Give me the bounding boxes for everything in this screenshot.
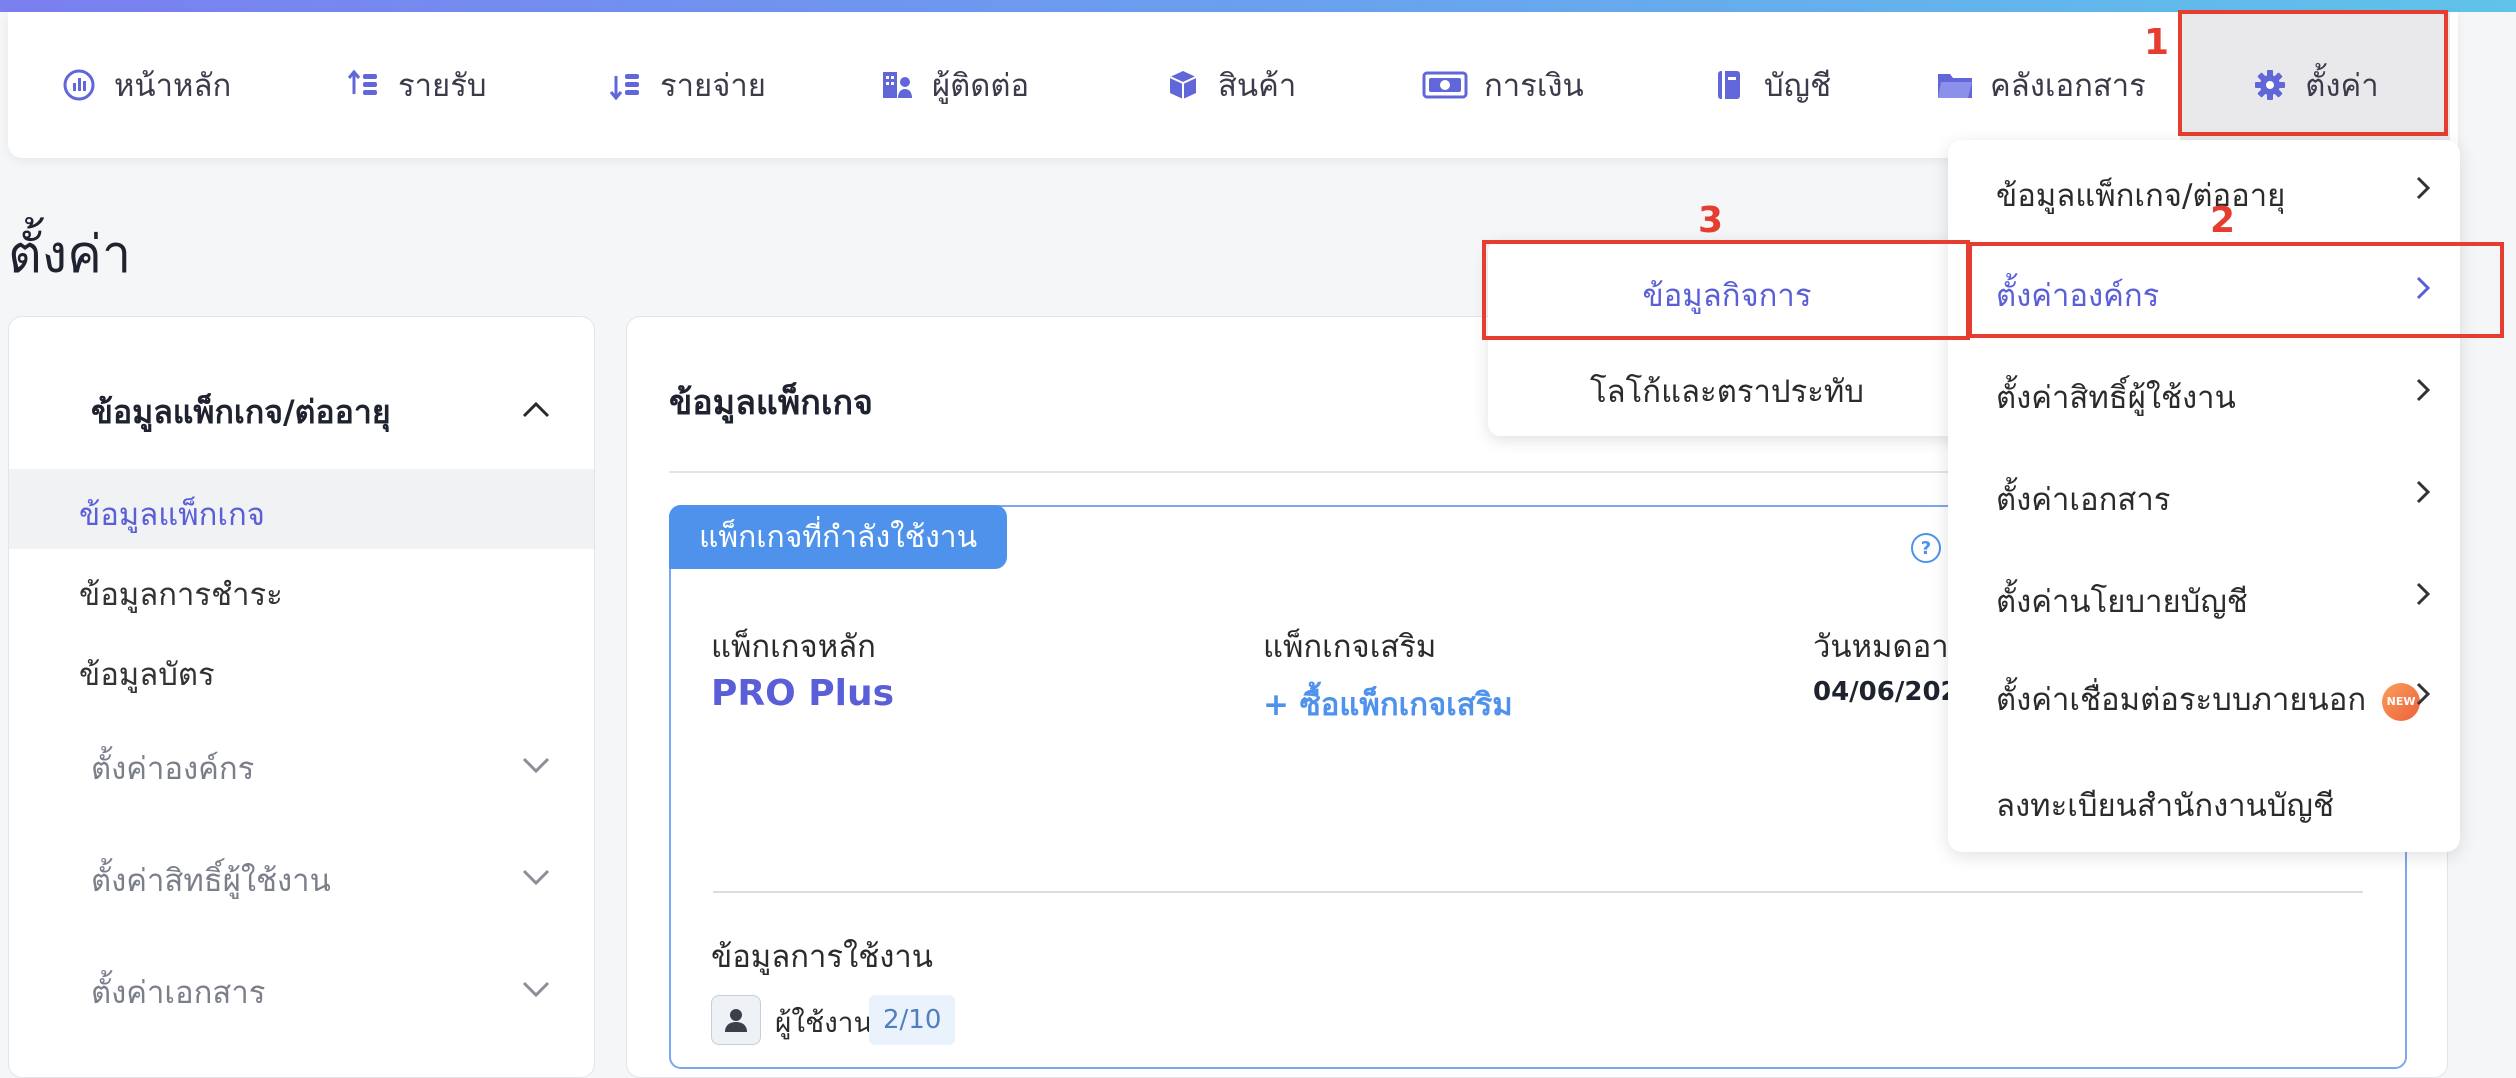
- buy-addon-link[interactable]: + ซื้อแพ็กเกจเสริม: [1263, 679, 1513, 729]
- nav-documents-label: คลังเอกสาร: [1990, 68, 2146, 104]
- users-count-badge: 2/10: [869, 995, 956, 1045]
- nav-expense[interactable]: รายจ่าย: [606, 12, 766, 158]
- nav-settings[interactable]: ตั้งค่า: [2180, 12, 2450, 158]
- nav-finance-label: การเงิน: [1484, 68, 1584, 104]
- money-icon: [1422, 66, 1468, 104]
- chevron-right-icon: [2414, 274, 2432, 302]
- dropdown-item-accounting-policy[interactable]: ตั้งค่านโยบายบัญชี: [1996, 576, 2248, 626]
- step-1-label: 1: [2144, 22, 2170, 63]
- step-2-label: 2: [2210, 200, 2236, 241]
- sidebar-group-permissions[interactable]: ตั้งค่าสิทธิ์ผู้ใช้งาน: [91, 855, 331, 905]
- nav-settings-label: ตั้งค่า: [2305, 68, 2379, 104]
- users-label: ผู้ใช้งาน: [775, 1006, 873, 1039]
- chevron-down-icon[interactable]: [521, 979, 551, 999]
- chevron-right-icon: [2414, 680, 2432, 708]
- nav-accounts-label: บัญชี: [1764, 68, 1832, 104]
- chevron-right-icon: [2414, 478, 2432, 506]
- gear-icon: [2251, 66, 2289, 104]
- dropdown-item-register-office[interactable]: ลงทะเบียนสำนักงานบัญชี: [1996, 780, 2334, 830]
- nav-products[interactable]: สินค้า: [1164, 12, 1296, 158]
- sidebar-item-package-info[interactable]: ข้อมูลแพ็กเกจ: [79, 489, 265, 539]
- submenu-item-logo-stamp[interactable]: โลโก้และตราประทับ: [1488, 366, 1966, 416]
- step-3-label: 3: [1698, 200, 1724, 241]
- dropdown-item-documents[interactable]: ตั้งค่าเอกสาร: [1996, 474, 2170, 524]
- expense-icon: [606, 66, 644, 104]
- income-icon: [344, 66, 382, 104]
- usage-title: ข้อมูลการใช้งาน: [711, 939, 933, 975]
- chevron-right-icon: [2414, 174, 2432, 202]
- chevron-down-icon[interactable]: [521, 755, 551, 775]
- top-gradient-strip: [0, 0, 2516, 12]
- nav-finance[interactable]: การเงิน: [1422, 12, 1584, 158]
- dashboard-icon: [60, 66, 98, 104]
- contacts-icon: [878, 66, 916, 104]
- dropdown-item-integrations-label: ตั้งค่าเชื่อมต่อระบบภายนอก: [1996, 682, 2367, 718]
- top-navbar: หน้าหลัก รายรับ รายจ่าย ผู้ติดต่อ สินค้า…: [8, 12, 2458, 158]
- dropdown-item-package[interactable]: ข้อมูลแพ็กเกจ/ต่ออายุ: [1996, 170, 2285, 220]
- chevron-up-icon[interactable]: [521, 399, 551, 419]
- main-package-value: PRO Plus: [711, 673, 895, 714]
- settings-sidebar: ข้อมูลแพ็กเกจ/ต่ออายุ ข้อมูลแพ็กเกจ ข้อม…: [8, 316, 595, 1078]
- settings-dropdown-menu: ข้อมูลแพ็กเกจ/ต่ออายุ ตั้งค่าองค์กร ตั้ง…: [1948, 140, 2460, 852]
- help-icon[interactable]: ?: [1911, 533, 1941, 563]
- submenu-separator: [1488, 338, 1966, 340]
- nav-income-label: รายรับ: [398, 68, 487, 104]
- nav-contacts[interactable]: ผู้ติดต่อ: [878, 12, 1029, 158]
- dropdown-item-integrations[interactable]: ตั้งค่าเชื่อมต่อระบบภายนอก NEW: [1996, 674, 2421, 724]
- dropdown-item-organization[interactable]: ตั้งค่าองค์กร: [1996, 270, 2159, 320]
- nav-products-label: สินค้า: [1218, 68, 1297, 104]
- nav-expense-label: รายจ่าย: [660, 68, 766, 104]
- addon-package-label: แพ็กเกจเสริม: [1263, 629, 1437, 665]
- dropdown-item-permissions[interactable]: ตั้งค่าสิทธิ์ผู้ใช้งาน: [1996, 372, 2236, 422]
- sidebar-group-organization[interactable]: ตั้งค่าองค์กร: [91, 743, 254, 793]
- expiry-label: วันหมดอาย: [1813, 629, 1967, 665]
- current-package-tag: แพ็กเกจที่กำลังใช้งาน: [669, 505, 1008, 569]
- product-box-icon: [1164, 66, 1202, 104]
- sidebar-section-title[interactable]: ข้อมูลแพ็กเกจ/ต่ออายุ: [91, 387, 391, 438]
- organization-submenu: ข้อมูลกิจการ โลโก้และตราประทับ: [1488, 240, 1966, 436]
- user-icon: [711, 995, 761, 1045]
- nav-home[interactable]: หน้าหลัก: [60, 12, 231, 158]
- page-title: ตั้งค่า: [8, 225, 132, 285]
- nav-contacts-label: ผู้ติดต่อ: [932, 68, 1030, 104]
- chevron-down-icon[interactable]: [521, 867, 551, 887]
- folder-icon: [1936, 66, 1974, 104]
- ledger-book-icon: [1710, 66, 1748, 104]
- nav-accounts[interactable]: บัญชี: [1710, 12, 1831, 158]
- nav-documents[interactable]: คลังเอกสาร: [1936, 12, 2146, 158]
- card-divider: [713, 891, 2363, 893]
- sidebar-item-payment-info[interactable]: ข้อมูลการชำระ: [79, 569, 283, 619]
- expiry-value: 04/06/202: [1813, 677, 1959, 707]
- sidebar-item-card-info[interactable]: ข้อมูลบัตร: [79, 649, 215, 699]
- panel-title: ข้อมูลแพ็กเกจ: [669, 383, 873, 423]
- nav-home-label: หน้าหลัก: [114, 68, 232, 104]
- chevron-right-icon: [2414, 376, 2432, 404]
- nav-income[interactable]: รายรับ: [344, 12, 487, 158]
- sidebar-group-documents[interactable]: ตั้งค่าเอกสาร: [91, 967, 265, 1017]
- chevron-right-icon: [2414, 580, 2432, 608]
- submenu-item-business-info[interactable]: ข้อมูลกิจการ: [1488, 270, 1966, 320]
- main-package-label: แพ็กเกจหลัก: [711, 629, 876, 665]
